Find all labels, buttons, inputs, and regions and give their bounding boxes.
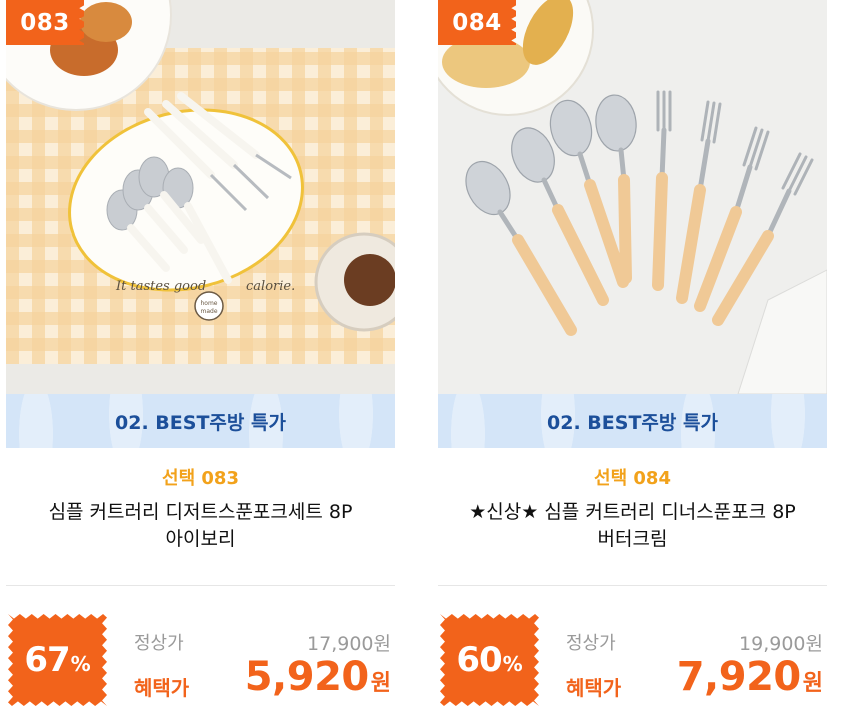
discount-badge: 60% <box>440 614 539 706</box>
product-image[interactable]: It tastes good calorie. home made <box>6 0 395 394</box>
sale-price-unit: 원 <box>370 671 391 696</box>
product-image[interactable] <box>438 0 827 394</box>
discount-value: 60 <box>456 640 502 680</box>
regular-price-label: 정상가 <box>566 633 616 654</box>
category-banner: 02. BEST주방 특가 <box>438 394 827 448</box>
discount-percent-sign: % <box>70 652 91 676</box>
sale-price-value: 5,920 <box>244 654 370 700</box>
product-option-line: 버터크림 <box>597 528 668 550</box>
product-grid: It tastes good calorie. home made 083 02… <box>0 0 845 711</box>
product-name[interactable]: 심플 커트러리 디저트스푼포크세트 8P 아이보리 <box>6 499 395 553</box>
product-card[interactable]: 084 02. BEST주방 특가 선택 084 ★신상★ 심플 커트러리 디너… <box>438 0 827 711</box>
product-number-badge: 083 <box>6 0 84 45</box>
svg-text:calorie.: calorie. <box>246 279 295 294</box>
select-label: 선택 083 <box>162 468 239 489</box>
sale-price-label: 혜택가 <box>134 676 190 700</box>
product-name-line: 심플 커트러리 디저트스푼포크세트 8P <box>48 501 353 523</box>
select-label: 선택 084 <box>594 468 671 489</box>
divider <box>6 585 395 586</box>
svg-text:It tastes good: It tastes good <box>115 279 206 294</box>
discount-badge: 67% <box>8 614 107 706</box>
divider <box>438 585 827 586</box>
product-number-badge: 084 <box>438 0 516 45</box>
regular-price-label: 정상가 <box>134 633 184 654</box>
sale-price-value: 7,920 <box>676 654 802 700</box>
sale-price-label: 혜택가 <box>566 676 622 700</box>
svg-text:home: home <box>200 300 217 307</box>
discount-value: 67 <box>24 640 70 680</box>
sale-price: 7,920 원 <box>677 654 823 700</box>
sale-price: 5,920 원 <box>245 654 391 700</box>
product-name-line: ★신상★ 심플 커트러리 디너스푼포크 8P <box>469 501 796 523</box>
category-banner: 02. BEST주방 특가 <box>6 394 395 448</box>
product-name[interactable]: ★신상★ 심플 커트러리 디너스푼포크 8P 버터크림 <box>438 499 827 553</box>
regular-price: 17,900원 <box>307 633 391 655</box>
product-option-line: 아이보리 <box>165 528 236 550</box>
regular-price: 19,900원 <box>739 633 823 655</box>
sale-price-unit: 원 <box>802 671 823 696</box>
discount-percent-sign: % <box>502 652 523 676</box>
product-card[interactable]: It tastes good calorie. home made 083 02… <box>6 0 395 711</box>
svg-text:made: made <box>200 308 217 315</box>
